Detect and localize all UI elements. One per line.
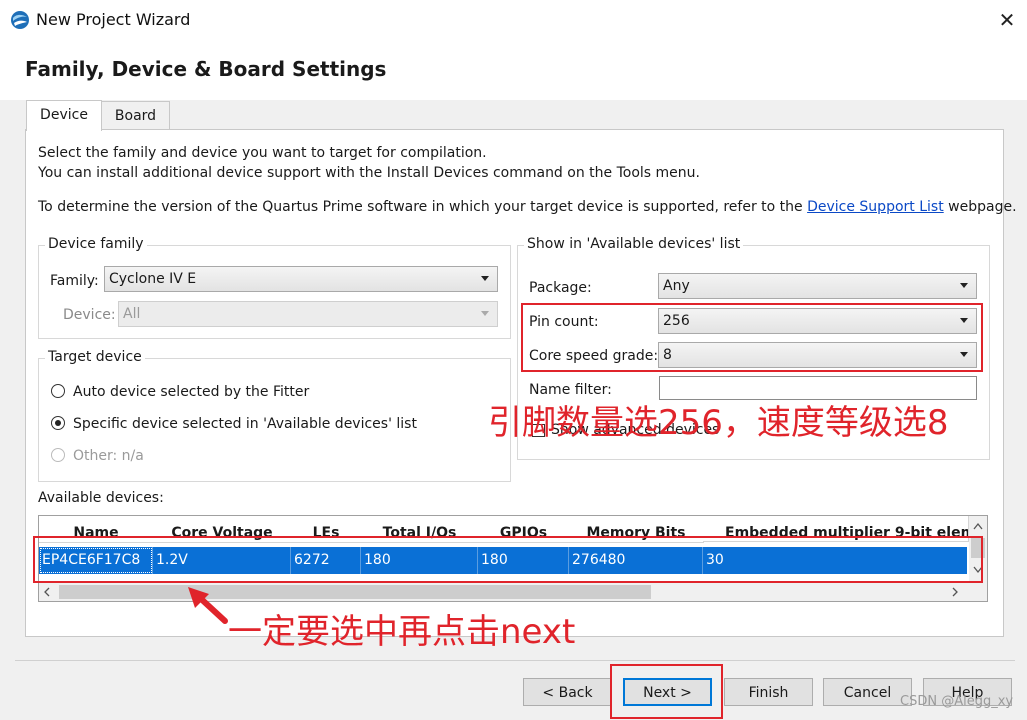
device-label: Device: xyxy=(63,307,116,323)
package-label: Package: xyxy=(529,280,592,296)
chevron-up-icon[interactable] xyxy=(973,522,983,530)
radio-auto-device-label: Auto device selected by the Fitter xyxy=(73,384,310,400)
intro-line-3-suffix: webpage. xyxy=(948,199,1017,215)
chevron-down-icon xyxy=(960,283,968,288)
available-devices-label: Available devices: xyxy=(38,490,164,506)
tab-board[interactable]: Board xyxy=(101,101,170,130)
red-arrow-icon xyxy=(188,587,228,624)
csdn-watermark: CSDN @Alegg_xy xyxy=(900,694,1014,709)
device-filter-group-label: Show in 'Available devices' list xyxy=(524,236,744,252)
horizontal-scrollbar[interactable] xyxy=(39,583,987,601)
radio-specific-device-label: Specific device selected in 'Available d… xyxy=(73,416,417,432)
annotation-box-selected-row xyxy=(33,536,983,583)
chevron-down-icon xyxy=(481,276,489,281)
tab-device[interactable]: Device xyxy=(26,100,102,131)
horizontal-scroll-thumb[interactable] xyxy=(59,585,651,599)
radio-auto-device[interactable] xyxy=(51,384,65,398)
family-label: Family: xyxy=(50,273,99,289)
radio-specific-device[interactable] xyxy=(51,416,65,430)
device-combo-value: All xyxy=(123,306,141,322)
device-support-list-link[interactable]: Device Support List xyxy=(807,199,944,215)
family-combo-value: Cyclone IV E xyxy=(109,271,197,287)
annotation-box-next xyxy=(610,664,723,719)
annotation-select-note: 一定要选中再点击next xyxy=(228,612,576,652)
radio-other-device-label: Other: n/a xyxy=(73,448,144,464)
device-combo: All xyxy=(118,301,498,327)
intro-line-1: Select the family and device you want to… xyxy=(38,145,487,161)
close-icon[interactable]: ✕ xyxy=(995,6,1019,34)
footer-separator xyxy=(15,660,1015,661)
intro-line-2: You can install additional device suppor… xyxy=(38,165,700,181)
chevron-left-icon[interactable] xyxy=(43,587,51,597)
window-title: New Project Wizard xyxy=(36,10,191,29)
family-combo[interactable]: Cyclone IV E xyxy=(104,266,498,292)
chevron-down-icon xyxy=(481,311,489,316)
back-button[interactable]: < Back xyxy=(523,678,612,706)
chevron-right-icon[interactable] xyxy=(951,587,959,597)
page-title: Family, Device & Board Settings xyxy=(25,57,387,81)
annotation-box-filters xyxy=(521,303,983,372)
cancel-button[interactable]: Cancel xyxy=(823,678,912,706)
intro-line-3-prefix: To determine the version of the Quartus … xyxy=(38,199,803,215)
device-family-group-label: Device family xyxy=(45,236,147,252)
intro-line-3: To determine the version of the Quartus … xyxy=(38,199,1017,215)
radio-other-device xyxy=(51,448,65,462)
quartus-globe-icon xyxy=(10,10,30,30)
finish-button[interactable]: Finish xyxy=(724,678,813,706)
package-combo[interactable]: Any xyxy=(658,273,977,299)
annotation-filter-note: 引脚数量选256，速度等级选8 xyxy=(488,403,949,443)
target-device-group-label: Target device xyxy=(45,349,145,365)
package-combo-value: Any xyxy=(663,278,690,294)
